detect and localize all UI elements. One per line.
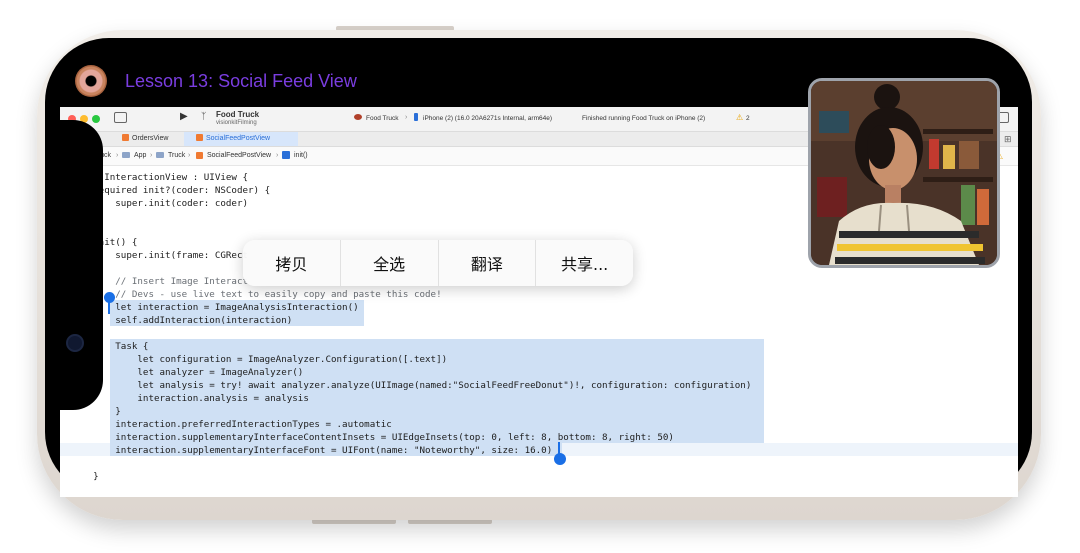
code-line: interaction.preferredInteractionTypes = … [71,419,392,430]
project-name: Food Truck [216,110,260,119]
chevron-right-icon: › [116,152,119,159]
code-line: let configuration = ImageAnalyzer.Config… [71,354,448,365]
code-line: interaction.supplementaryInterfaceFont =… [71,445,553,456]
code-line: interaction.supplementaryInterfaceConten… [71,432,674,443]
code-line: let interaction = ImageAnalysisInteracti… [71,302,359,313]
text-context-menu: 拷贝 全选 翻译 共享... [243,240,633,286]
code-line: } [71,471,99,482]
device-selector[interactable]: iPhone (2) (16.0 20A6271s Internal, arm6… [423,115,552,122]
breadcrumb-file[interactable]: SocialFeedPostView [207,152,271,159]
chevron-right-icon: › [405,114,408,121]
phone-notch [45,120,103,410]
code-line: let analysis = try! await analyzer.analy… [71,380,752,391]
breadcrumb-symbol[interactable]: init() [294,152,308,159]
breadcrumb-app[interactable]: App [134,152,146,159]
swift-file-icon [122,134,129,141]
breadcrumb-truck[interactable]: Truck [168,152,185,159]
tab-label: OrdersView [132,135,169,142]
folder-icon [156,152,164,158]
chevron-right-icon: › [150,152,153,159]
method-icon [282,151,290,159]
folder-icon [122,152,130,158]
tab-socialfeedpostview[interactable]: SocialFeedPostView [184,132,298,146]
lesson-header: Lesson 13: Social Feed View [75,65,357,97]
project-subtitle: visionkitFilming [216,120,257,126]
code-line: self.addInteraction(interaction) [71,315,293,326]
branch-icon: ᛉ [201,111,207,121]
chevron-right-icon: › [188,152,191,159]
build-status: Finished running Food Truck on iPhone (2… [582,115,706,122]
swift-file-icon [196,152,203,159]
donut-logo-icon [75,65,107,97]
front-camera [66,334,84,352]
select-all-menu-item[interactable]: 全选 [341,240,439,286]
selection-end-handle[interactable] [554,453,566,465]
translate-menu-item[interactable]: 翻译 [439,240,537,286]
presenter-video[interactable] [808,78,1000,268]
iphone-icon [414,113,418,121]
add-editor-icon[interactable]: ⊞ [1004,135,1012,145]
code-comment: // Devs - use live text to easily copy a… [71,289,442,300]
code-line: interaction.analysis = analysis [71,393,309,404]
share-menu-item[interactable]: 共享... [536,240,633,286]
selection-start-caret [108,298,110,314]
lesson-title: Lesson 13: Social Feed View [125,70,357,91]
warning-icon[interactable]: ⚠ [736,113,743,122]
scheme-selector[interactable]: Food Truck [366,115,399,122]
sidebar-toggle-icon[interactable] [114,112,127,123]
swift-file-icon [196,134,203,141]
zoom-window-icon[interactable] [92,115,100,123]
run-icon[interactable]: ▶ [180,111,188,122]
presenter-video-frame [811,81,997,265]
chevron-right-icon: › [276,152,279,159]
scheme-icon [354,114,362,120]
copy-menu-item[interactable]: 拷贝 [243,240,341,286]
code-line: let analyzer = ImageAnalyzer() [71,367,304,378]
tab-label: SocialFeedPostView [206,135,271,142]
warning-count[interactable]: 2 [746,115,750,122]
